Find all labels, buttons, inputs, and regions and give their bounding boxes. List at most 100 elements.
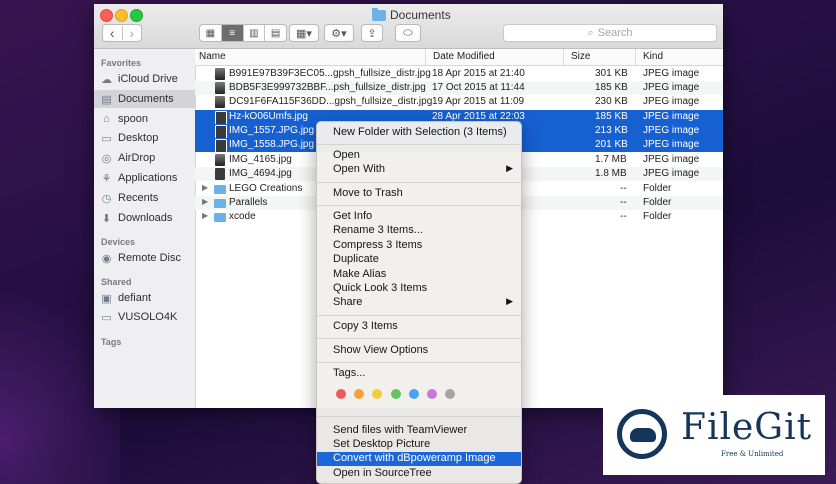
menu-item-convert-dbpoweramp[interactable]: Convert with dBpoweramp Image: [317, 452, 521, 466]
sidebar-item-spoon[interactable]: ⌂ spoon: [100, 110, 194, 128]
sidebar-item-remote-disc[interactable]: ◉ Remote Disc: [100, 249, 194, 267]
menu-item-compress[interactable]: Compress 3 Items: [317, 239, 521, 253]
file-kind: JPEG image: [643, 68, 700, 79]
back-button[interactable]: ‹: [103, 26, 123, 40]
image-file-icon: [215, 139, 227, 153]
menu-item-open-sourcetree[interactable]: Open in SourceTree: [317, 467, 521, 481]
sidebar-item-icloud-drive[interactable]: ☁ iCloud Drive: [100, 70, 194, 88]
close-button[interactable]: [100, 9, 113, 22]
desktop-icon: ▭: [101, 132, 112, 145]
sidebar-item-label: AirDrop: [118, 152, 156, 164]
tag-color-blue[interactable]: [409, 389, 419, 399]
file-name: Hz-kO06Umfs.jpg: [229, 111, 308, 122]
file-kind: Folder: [643, 183, 672, 194]
column-kind[interactable]: Kind: [643, 51, 663, 62]
file-row[interactable]: B991E97B39F3EC05...gpsh_fullsize_distr.j…: [195, 67, 723, 81]
sidebar-item-defiant[interactable]: ▣ defiant: [100, 289, 194, 307]
menu-item-open[interactable]: Open: [317, 149, 521, 163]
sidebar-item-recents[interactable]: ◷ Recents: [100, 189, 194, 207]
zoom-button[interactable]: [130, 9, 143, 22]
menu-item-move-to-trash[interactable]: Move to Trash: [317, 187, 521, 201]
sidebar-item-vusolo4k[interactable]: ▭ VUSOLO4K: [100, 308, 194, 326]
file-size: --: [620, 183, 627, 194]
disclosure-triangle-icon[interactable]: ▶: [202, 183, 208, 192]
tag-color-orange[interactable]: [354, 389, 364, 399]
disclosure-triangle-icon[interactable]: ▶: [202, 211, 208, 220]
sidebar-item-label: Downloads: [118, 212, 173, 224]
file-kind: JPEG image: [643, 125, 700, 136]
menu-item-rename[interactable]: Rename 3 Items...: [317, 224, 521, 238]
window-title: Documents: [372, 7, 451, 22]
sidebar-item-downloads[interactable]: ⬇ Downloads: [100, 209, 194, 227]
sidebar-item-label: Remote Disc: [118, 252, 181, 264]
file-size: --: [620, 197, 627, 208]
file-name: IMG_4165.jpg: [229, 154, 292, 165]
menu-item-copy[interactable]: Copy 3 Items: [317, 320, 521, 334]
file-name: DC91F6FA115F36DD...gpsh_fullsize_distr.j…: [229, 96, 433, 107]
menu-item-make-alias[interactable]: Make Alias: [317, 268, 521, 282]
file-size: --: [620, 211, 627, 222]
file-name: IMG_1557.JPG.jpg: [229, 125, 315, 136]
icon-view-button[interactable]: ▦: [200, 25, 222, 41]
file-kind: JPEG image: [643, 96, 700, 107]
menu-item-duplicate[interactable]: Duplicate: [317, 253, 521, 267]
tag-color-gray[interactable]: [445, 389, 455, 399]
menu-item-show-view-options[interactable]: Show View Options: [317, 344, 521, 358]
tag-color-purple[interactable]: [427, 389, 437, 399]
column-name[interactable]: Name: [199, 51, 226, 62]
menu-item-set-desktop-picture[interactable]: Set Desktop Picture: [317, 438, 521, 452]
share-button[interactable]: ⇪: [361, 24, 383, 42]
titlebar: Documents ‹ › ▦ ≡ ▥ ▤ ▦▾ ⚙▾ ⇪ ⬭ ⌕ Search: [94, 4, 723, 49]
minimize-button[interactable]: [115, 9, 128, 22]
menu-item-get-info[interactable]: Get Info: [317, 210, 521, 224]
column-date-modified[interactable]: Date Modified: [433, 51, 495, 62]
sidebar-item-documents[interactable]: ▤ Documents: [94, 90, 195, 108]
column-size[interactable]: Size: [571, 51, 590, 62]
file-row[interactable]: DC91F6FA115F36DD...gpsh_fullsize_distr.j…: [195, 95, 723, 109]
file-size: 1.8 MB: [595, 168, 627, 179]
file-date: 18 Apr 2015 at 21:40: [432, 68, 525, 79]
submenu-arrow-icon: ▶: [506, 163, 513, 173]
column-header: Name Date Modified Size Kind: [195, 49, 723, 66]
sidebar-shared-header: Shared: [101, 277, 132, 287]
cover-flow-button[interactable]: ▤: [265, 25, 286, 41]
menu-item-tags[interactable]: Tags...: [317, 367, 521, 381]
image-file-icon: [215, 96, 225, 108]
image-file-icon: [215, 154, 225, 166]
sidebar-item-desktop[interactable]: ▭ Desktop: [100, 129, 194, 147]
sidebar-item-airdrop[interactable]: ◎ AirDrop: [100, 149, 194, 167]
forward-button[interactable]: ›: [123, 26, 142, 40]
action-gear-button[interactable]: ⚙▾: [324, 24, 354, 42]
tag-color-yellow[interactable]: [372, 389, 382, 399]
sidebar-item-label: Desktop: [118, 132, 159, 144]
search-icon: ⌕: [587, 26, 594, 39]
download-icon: ⬇: [101, 212, 112, 225]
tag-button[interactable]: ⬭: [395, 24, 421, 42]
menu-item-send-teamviewer[interactable]: Send files with TeamViewer: [317, 424, 521, 438]
file-row[interactable]: BDB5F3E999732BBF...psh_fullsize_distr.jp…: [195, 81, 723, 95]
tag-color-green[interactable]: [391, 389, 401, 399]
disclosure-triangle-icon[interactable]: ▶: [202, 197, 208, 206]
file-kind: JPEG image: [643, 111, 700, 122]
menu-item-quick-look[interactable]: Quick Look 3 Items: [317, 282, 521, 296]
nav-buttons: ‹ ›: [102, 24, 142, 42]
menu-item-share[interactable]: Share ▶: [317, 296, 521, 310]
column-divider: [563, 49, 564, 65]
tag-color-red[interactable]: [336, 389, 346, 399]
sidebar-item-applications[interactable]: ⚘ Applications: [100, 169, 194, 187]
file-name: BDB5F3E999732BBF...psh_fullsize_distr.jp…: [229, 82, 426, 93]
file-kind: Folder: [643, 197, 672, 208]
watermark-tagline: Free & Unlimited: [721, 450, 784, 458]
file-kind: JPEG image: [643, 154, 700, 165]
file-size: 185 KB: [595, 82, 628, 93]
applications-icon: ⚘: [101, 172, 112, 185]
menu-item-open-with[interactable]: Open With ▶: [317, 163, 521, 177]
list-view-button[interactable]: ≡: [221, 25, 244, 41]
sidebar-item-label: Documents: [118, 93, 174, 105]
search-input[interactable]: ⌕ Search: [503, 24, 717, 42]
column-view-button[interactable]: ▥: [244, 25, 266, 41]
sidebar: Favorites ☁ iCloud Drive ▤ Documents ⌂ spoo…: [94, 49, 196, 408]
clock-icon: ◷: [101, 192, 112, 205]
menu-item-new-folder-with-selection[interactable]: New Folder with Selection (3 Items): [317, 126, 521, 140]
arrange-button[interactable]: ▦▾: [289, 24, 319, 42]
